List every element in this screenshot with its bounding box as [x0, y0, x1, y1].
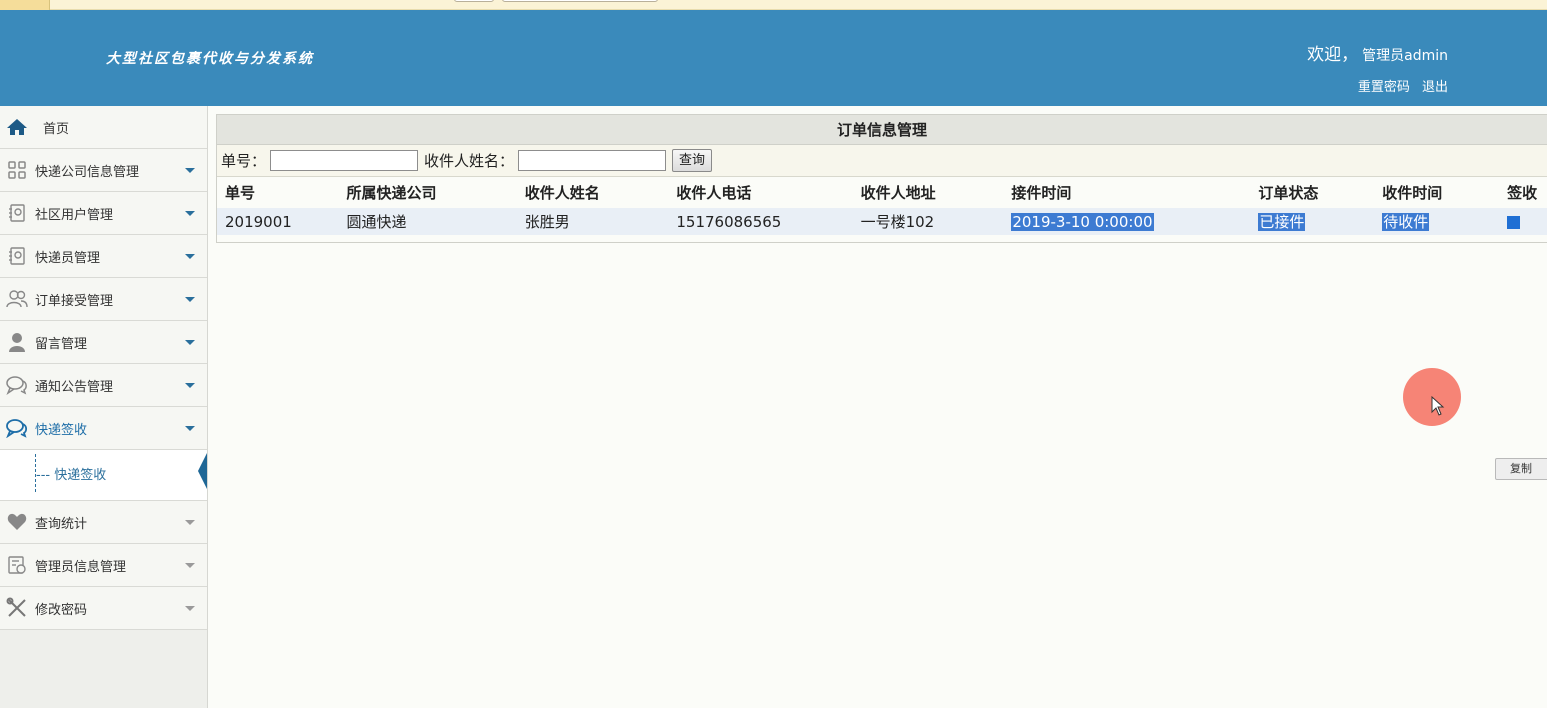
sidebar-item-label: 订单接受管理 [35, 293, 114, 309]
chevron-down-icon [185, 254, 195, 259]
toolbar-control[interactable] [454, 0, 494, 2]
sidebar-item-label: 首页 [43, 121, 70, 137]
chevron-down-icon [185, 383, 195, 388]
sidebar-item-order-accept[interactable]: 订单接受管理 [0, 278, 207, 321]
sidebar: 首页 快递公司信息管理 社区用户管理 快递员管理 订单接受管理 留言管理 通知公… [0, 106, 208, 708]
order-table: 单号 所属快递公司 收件人姓名 收件人电话 收件人地址 接件时间 订单状态 收件… [217, 177, 1547, 235]
col-header: 收件人地址 [860, 184, 936, 202]
user-name: 管理员admin [1362, 48, 1448, 64]
sidebar-item-label: 快递公司信息管理 [35, 164, 140, 180]
sidebar-item-notices[interactable]: 通知公告管理 [0, 364, 207, 407]
col-header: 接件时间 [1011, 184, 1072, 202]
home-icon [6, 116, 28, 138]
chevron-down-icon [185, 340, 195, 345]
table-header-row: 单号 所属快递公司 收件人姓名 收件人电话 收件人地址 接件时间 订单状态 收件… [217, 177, 1547, 208]
col-header: 收件人电话 [676, 184, 752, 202]
chevron-down-icon [185, 426, 195, 431]
cell-pickup-time-wrap: 2019-3-10 0:00:00 [1011, 208, 1258, 235]
sidebar-item-label: 通知公告管理 [35, 379, 114, 395]
tools-icon [6, 597, 28, 619]
logout-link[interactable]: 退出 [1422, 80, 1448, 95]
sidebar-item-express-sign[interactable]: 快递签收 [0, 407, 207, 450]
sidebar-item-courier-company[interactable]: 快递公司信息管理 [0, 149, 207, 192]
app-logo: 大型社区包裹代收与分发系统 [106, 51, 314, 67]
contacts-icon [6, 202, 28, 224]
col-header: 订单状态 [1258, 184, 1319, 202]
cell-pickup-time: 2019-3-10 0:00:00 [1011, 212, 1154, 231]
submenu-item-express-sign[interactable]: --- 快递签收 [36, 464, 106, 483]
active-marker [198, 453, 207, 489]
order-panel: 订单信息管理 单号： 收件人姓名： 查询 单号 所属快递公司 收件人姓名 收件人… [216, 114, 1547, 243]
chevron-down-icon [185, 168, 195, 173]
sidebar-item-label: 留言管理 [35, 336, 88, 352]
chat-icon [6, 417, 28, 439]
recipient-name-input[interactable] [518, 150, 667, 171]
sidebar-item-messages[interactable]: 留言管理 [0, 321, 207, 364]
sidebar-item-community-users[interactable]: 社区用户管理 [0, 192, 207, 235]
sidebar-item-admin-info[interactable]: 管理员信息管理 [0, 544, 207, 587]
chat-icon [6, 374, 28, 396]
cell-recipient-name: 张胜男 [524, 213, 570, 231]
col-header: 所属快递公司 [346, 184, 437, 202]
table-row[interactable]: 2019001 圆通快递 张胜男 15176086565 一号楼102 2019… [217, 208, 1547, 235]
sidebar-item-label: 快递签收 [35, 422, 88, 438]
chevron-down-icon [185, 563, 195, 568]
browser-tab[interactable] [0, 0, 50, 10]
sidebar-item-label: 查询统计 [35, 516, 88, 532]
copy-button[interactable]: 复制 [1495, 458, 1547, 480]
recipient-name-label: 收件人姓名： [424, 152, 515, 170]
heart-icon [6, 511, 28, 533]
sidebar-item-label: 修改密码 [35, 602, 88, 618]
reset-password-link[interactable]: 重置密码 [1358, 80, 1410, 95]
col-header: 收件人姓名 [524, 184, 600, 202]
chevron-down-icon [185, 211, 195, 216]
cell-receive-time: 待收件 [1382, 213, 1430, 231]
sidebar-item-couriers[interactable]: 快递员管理 [0, 235, 207, 278]
chevron-down-icon [185, 297, 195, 302]
cell-recipient-phone: 15176086565 [676, 212, 782, 231]
browser-strip [0, 0, 1547, 10]
sidebar-item-change-password[interactable]: 修改密码 [0, 587, 207, 630]
cell-order-no: 2019001 [225, 212, 292, 231]
page-title: 订单信息管理 [217, 115, 1547, 145]
contacts-icon [6, 245, 28, 267]
col-header: 签收 [1507, 184, 1538, 202]
header: 大型社区包裹代收与分发系统 欢迎， 管理员admin 重置密码 退出 [0, 10, 1547, 106]
sign-checkbox[interactable] [1507, 215, 1521, 229]
cell-status-wrap: 已接件 [1258, 208, 1382, 235]
sidebar-item-label: 快递员管理 [35, 250, 101, 266]
mouse-cursor-icon [1431, 396, 1445, 416]
submenu-item-label: 快递签收 [54, 468, 107, 483]
submenu-express-sign: --- 快递签收 [0, 450, 207, 501]
sidebar-item-home[interactable]: 首页 [0, 106, 207, 149]
col-header: 单号 [225, 184, 256, 202]
id-card-icon [6, 554, 28, 576]
sidebar-item-label: 管理员信息管理 [35, 559, 127, 575]
users-icon [6, 288, 28, 310]
order-no-label: 单号： [221, 152, 267, 170]
query-button[interactable]: 查询 [672, 149, 713, 172]
sidebar-item-label: 社区用户管理 [35, 207, 114, 223]
chevron-down-icon [185, 606, 195, 611]
header-links: 重置密码 退出 [1350, 76, 1448, 95]
cell-sign [1507, 208, 1547, 235]
welcome-label: 欢迎， [1307, 45, 1359, 65]
sidebar-item-statistics[interactable]: 查询统计 [0, 501, 207, 544]
cell-receive-time-wrap: 待收件 [1382, 208, 1507, 235]
col-header: 收件时间 [1382, 184, 1443, 202]
chevron-down-icon [185, 520, 195, 525]
cell-company: 圆通快递 [346, 213, 407, 231]
cell-order-status: 已接件 [1258, 213, 1306, 231]
user-icon [6, 331, 28, 353]
search-bar: 单号： 收件人姓名： 查询 [217, 145, 1547, 177]
toolbar-control[interactable] [502, 0, 658, 2]
welcome-text: 欢迎， 管理员admin [1307, 40, 1448, 65]
grid-icon [6, 159, 28, 181]
order-no-input[interactable] [270, 150, 419, 171]
cell-recipient-address: 一号楼102 [860, 213, 935, 231]
